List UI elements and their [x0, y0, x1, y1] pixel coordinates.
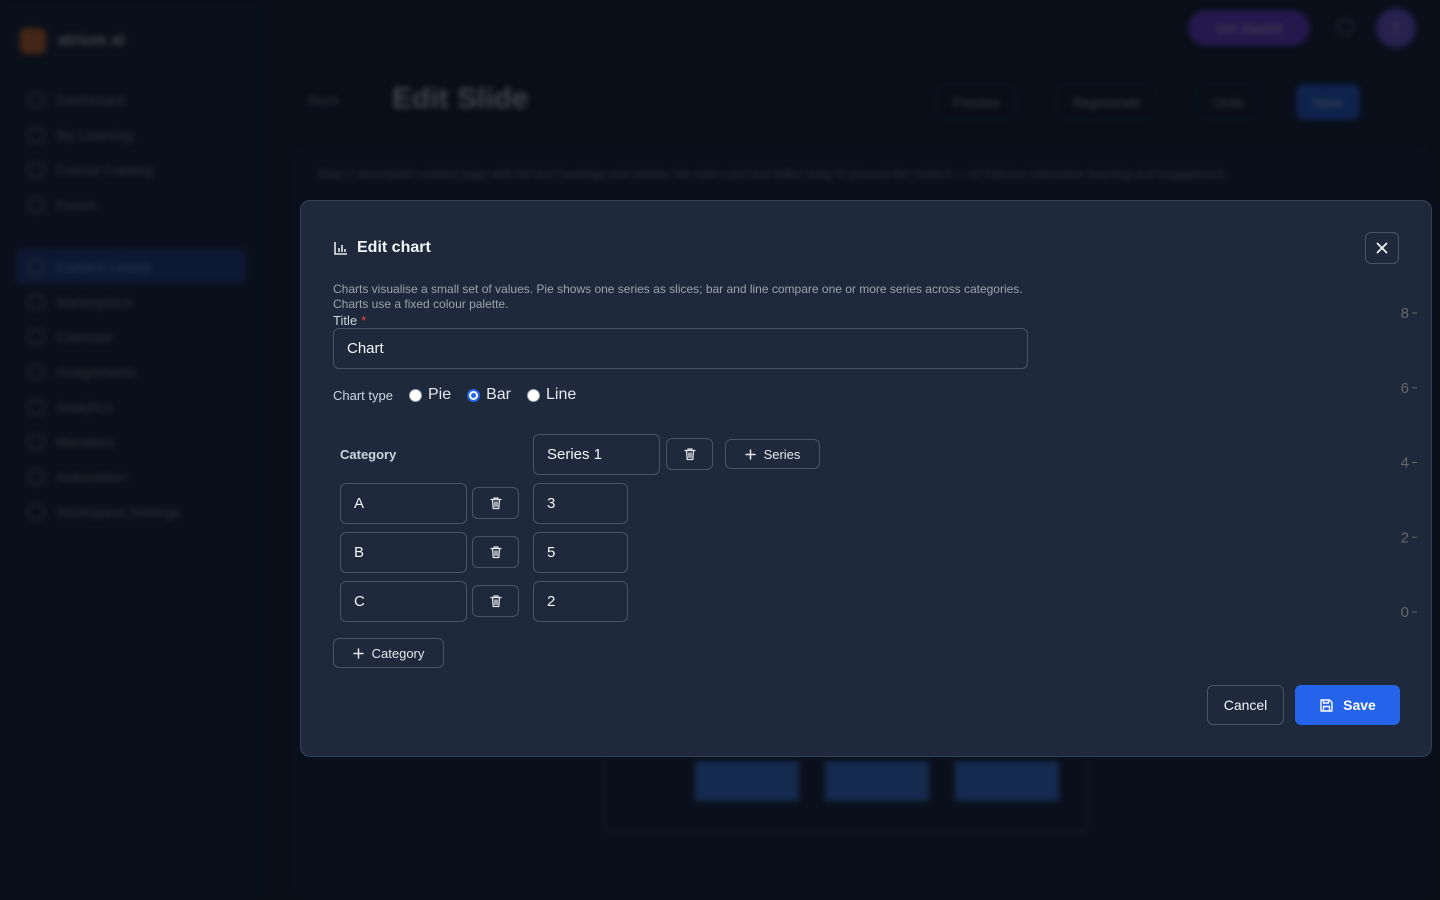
line-radio[interactable]: [527, 388, 541, 402]
chart-type-line-option[interactable]: Line: [527, 386, 576, 404]
trash-icon: [683, 448, 696, 461]
cancel-button[interactable]: Cancel: [1207, 685, 1284, 725]
chart-title-input[interactable]: [333, 328, 1028, 369]
save-button[interactable]: Save: [1295, 685, 1400, 725]
value-input[interactable]: [533, 532, 628, 573]
required-mark: *: [361, 313, 367, 328]
chart-type-label: Chart type: [333, 387, 393, 403]
chart-preview: Chart02468ABCASeries 1 : 3Series 1: [1401, 305, 1417, 621]
series-name-input[interactable]: [533, 434, 660, 475]
modal-title-text: Edit chart: [357, 239, 431, 256]
chart-type-bar-option[interactable]: Bar: [467, 386, 511, 404]
value-input[interactable]: [533, 483, 628, 524]
bar-radio[interactable]: [467, 388, 481, 402]
edit-chart-modal: Edit chart Charts visualise a small set …: [300, 200, 1432, 757]
y-tick-label: 6: [1401, 380, 1409, 397]
category-input[interactable]: [340, 581, 467, 622]
chart-type-pie-option[interactable]: Pie: [408, 386, 451, 404]
plus-icon: [352, 647, 364, 659]
delete-category-button[interactable]: [472, 487, 519, 519]
helper-text: Charts visualise a small set of values. …: [333, 282, 1023, 311]
delete-category-button[interactable]: [472, 536, 519, 568]
save-icon: [1320, 698, 1333, 712]
trash-icon: [489, 546, 502, 559]
pie-radio[interactable]: [408, 388, 422, 402]
y-tick-label: 8: [1401, 305, 1409, 322]
category-input[interactable]: [340, 483, 467, 524]
add-category-button[interactable]: Category: [333, 638, 444, 668]
bar-chart-icon: [334, 242, 347, 255]
add-series-button[interactable]: Series: [725, 439, 820, 469]
category-input[interactable]: [340, 532, 467, 573]
plus-icon: [744, 448, 756, 460]
modal-title: Edit chart: [333, 239, 431, 257]
value-input[interactable]: [533, 581, 628, 622]
delete-category-button[interactable]: [472, 585, 519, 617]
title-label: Title *: [333, 313, 367, 328]
delete-series-button[interactable]: [666, 438, 713, 470]
y-tick-label: 0: [1401, 604, 1409, 621]
category-column-header: Category: [340, 447, 397, 462]
trash-icon: [489, 497, 502, 510]
close-icon: [1376, 242, 1388, 254]
trash-icon: [489, 595, 502, 608]
chart-type-row: Chart type Pie Bar Line: [333, 384, 582, 406]
close-button[interactable]: [1365, 232, 1399, 264]
y-tick-label: 4: [1401, 455, 1409, 472]
y-tick-label: 2: [1401, 529, 1409, 546]
